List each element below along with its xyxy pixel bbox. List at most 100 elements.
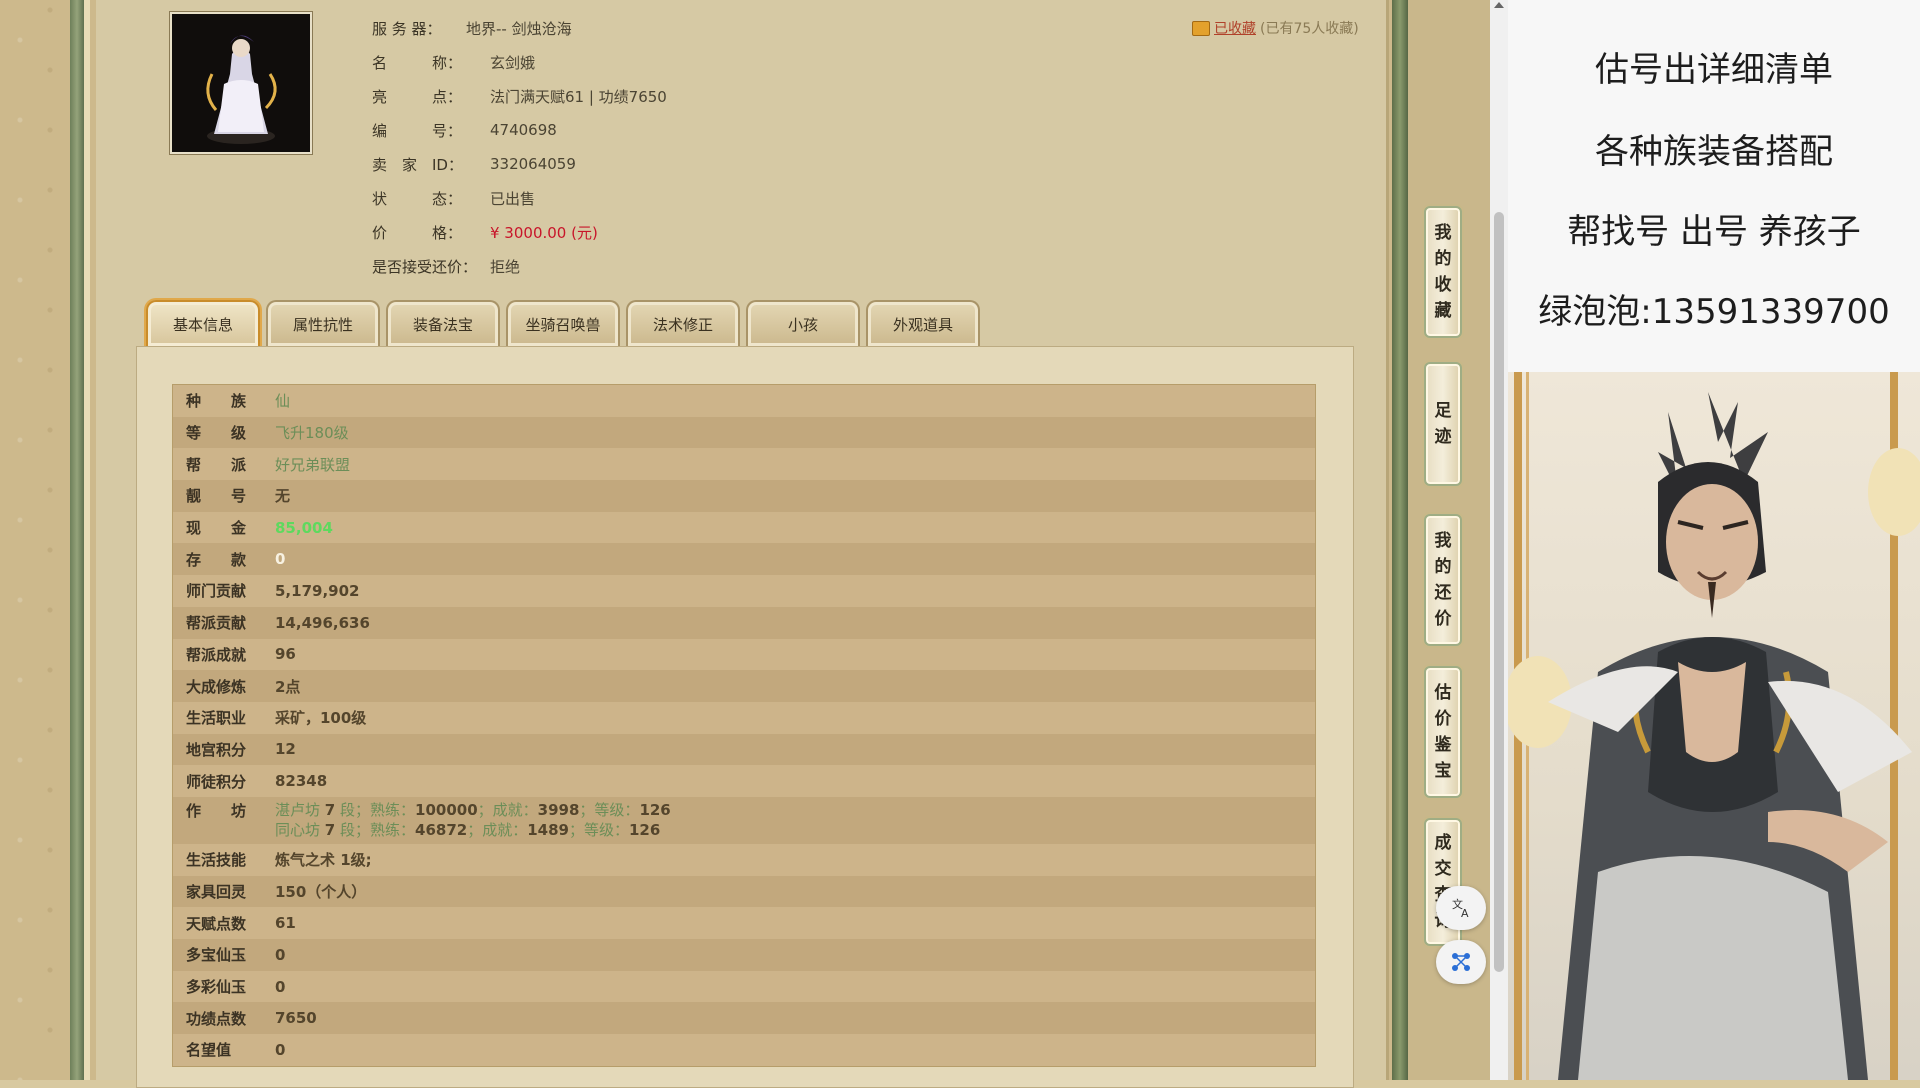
workshop-text: 段；熟练： [340,800,416,819]
side-tab-char: 成 [1434,833,1452,853]
row-key: 存 款 [186,550,247,569]
workshop-seg: 7 [324,820,336,839]
tab-spell-mods[interactable]: 法术修正 [626,300,740,346]
side-tab-char: 收 [1434,275,1452,295]
character-figure-icon [172,14,310,152]
favorite-folder-icon [1192,20,1210,36]
left-frame-border [70,0,84,1080]
side-tab-my-offers[interactable]: 我 的 还 价 [1424,514,1462,646]
counter-offer-value: 拒绝 [490,257,521,276]
row-value: 82348 [275,772,328,791]
row-value: 150（个人） [275,882,367,901]
table-row: 等 级 飞升180级 [173,416,1315,449]
side-tab-footprints[interactable]: 足 迹 [1424,362,1462,486]
table-row: 现 金 85,004 [173,511,1315,544]
scroll-thumb[interactable] [1494,212,1504,972]
table-row: 帮派贡献 14,496,636 [173,606,1315,639]
tab-mounts-summons[interactable]: 坐骑召唤兽 [506,300,620,346]
workshop-skill: 46872 [415,820,468,839]
table-row: 功绩点数 7650 [173,1002,1315,1035]
name-label: 名 称： [372,53,463,72]
row-key: 天赋点数 [186,914,247,933]
row-key: 作 坊 [186,801,247,820]
workshop-name: 湛卢坊 [275,800,321,819]
row-key: 多彩仙玉 [186,978,247,997]
workshop-text: 段；熟练： [340,820,416,839]
row-key: 生活技能 [186,851,247,870]
tab-attributes[interactable]: 属性抗性 [266,300,380,346]
row-value: 0 [275,1040,286,1059]
row-key: 帮派贡献 [186,614,247,633]
workshop-text: ；等级： [568,820,629,839]
tab-appearance[interactable]: 外观道具 [866,300,980,346]
row-value: 仙 [275,392,291,411]
row-key: 名望值 [186,1041,232,1060]
row-key: 地宫积分 [186,740,247,759]
table-row: 地宫积分 12 [173,733,1315,766]
right-frame-border [1392,0,1408,1080]
table-row: 帮派成就 96 [173,638,1315,671]
scroll-up-arrow-icon[interactable] [1494,2,1504,8]
row-key: 大成修炼 [186,677,247,696]
page-scrollbar[interactable] [1490,0,1508,1080]
side-tab-char: 鉴 [1434,735,1452,755]
table-row: 多彩仙玉 0 [173,970,1315,1003]
side-tab-char: 我 [1434,223,1452,243]
row-key: 师徒积分 [186,772,247,791]
table-row: 大成修炼 2点 [173,670,1315,702]
network-icon [1452,953,1470,971]
row-value: 无 [275,487,291,506]
row-key: 家具回灵 [186,882,247,901]
row-value: 14,496,636 [275,613,370,632]
seller-label: 卖 家 ID： [372,155,463,174]
translate-button[interactable]: 文 A [1436,886,1486,930]
row-value: 好兄弟联盟 [275,455,351,474]
server-value: 地界-- 剑烛沧海 [466,19,572,38]
hero-artwork [1508,372,1920,1080]
tab-equipment[interactable]: 装备法宝 [386,300,500,346]
number-label: 编 号： [372,121,463,140]
character-portrait[interactable] [169,11,313,155]
workshop-text: ；等级： [579,800,640,819]
table-row: 靓 号无 [173,480,1315,512]
favorite-link[interactable]: 已收藏 [1214,18,1256,38]
side-tab-my-favorites[interactable]: 我 的 收 藏 [1424,206,1462,338]
side-tab-char: 还 [1434,583,1452,603]
counter-offer-label: 是否接受还价： [372,257,478,276]
price-label: 价 格： [372,223,463,242]
row-value: 7650 [275,1009,317,1028]
side-tab-char: 足 [1434,401,1452,421]
svg-text:A: A [1461,907,1469,920]
table-row: 天赋点数 61 [173,907,1315,939]
table-row-workshop: 作 坊 湛卢坊 7 段；熟练：100000；成就：3998；等级：126 同心坊… [173,796,1315,844]
ad-line-3: 帮找号 出号 养孩子 [1567,212,1861,252]
number-row: 编 号： 4740698 [372,118,557,142]
side-tab-char: 藏 [1434,301,1452,321]
row-key: 靓 号 [186,487,247,506]
status-value: 已出售 [490,189,536,208]
workshop-ach: 1489 [527,820,569,839]
price-value: ¥ 3000.00 (元) [490,223,598,242]
table-row: 生活职业 采矿，100级 [173,701,1315,734]
tab-basic-info[interactable]: 基本信息 [146,300,260,346]
table-row: 多宝仙玉 0 [173,939,1315,971]
side-tab-char: 价 [1434,609,1452,629]
tab-child[interactable]: 小孩 [746,300,860,346]
row-key: 师门贡献 [186,582,247,601]
name-row: 名 称： 玄剑娥 [372,50,535,74]
table-row: 名望值 0 [173,1034,1315,1066]
workshop-lvl: 126 [629,820,661,839]
row-value: 炼气之术 1级; [275,851,372,870]
hero-character-illustration [1508,372,1920,1080]
row-value: 5,179,902 [275,581,360,600]
basic-info-table: 种 族 仙 等 级 飞升180级 帮 派 好兄弟联盟 靓 号 无 现 金 85,004 存… [172,384,1316,1067]
row-value: 2点 [275,677,301,696]
status-row: 状 态： 已出售 [372,186,535,210]
row-key: 多宝仙玉 [186,946,247,965]
left-frame-inner [84,0,90,1080]
network-button[interactable] [1436,940,1486,984]
side-tab-appraisal[interactable]: 估 价 鉴 宝 [1424,666,1462,798]
highlight-label: 亮 点： [372,87,463,106]
row-key: 现 金 [186,519,247,538]
workshop-lvl: 126 [639,800,671,819]
